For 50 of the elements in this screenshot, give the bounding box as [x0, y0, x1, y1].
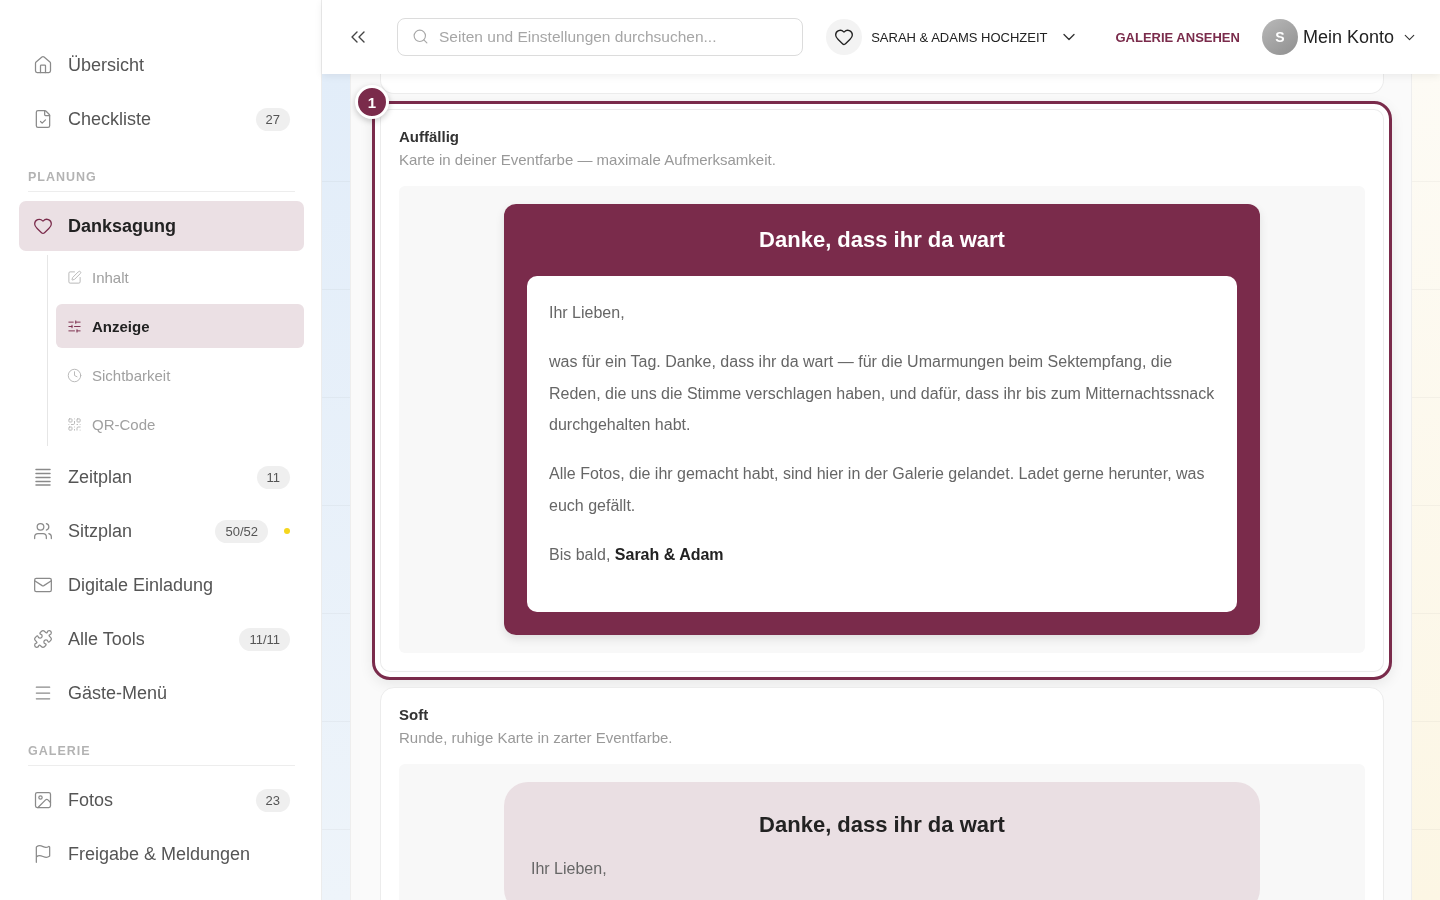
heart-icon — [33, 216, 53, 236]
option-title: Auffällig — [399, 128, 460, 146]
count-badge: 27 — [255, 107, 290, 131]
nav-item[interactable]: Alle Tools 11/11 — [19, 614, 304, 664]
option-title: Soft — [399, 706, 430, 724]
count-badge: 23 — [255, 788, 290, 812]
image-icon — [33, 790, 53, 810]
message-paragraph: Alle Fotos, die ihr gemacht habt, sind hier in der Galerie gelandet. Ladet gerne herunter, was euch gefällt. — [549, 464, 1206, 516]
document-check-icon — [33, 109, 53, 129]
section-heading: PLANUNG — [28, 170, 295, 192]
account-menu[interactable]: S Mein Konto — [1261, 19, 1418, 55]
option-description: Runde, ruhige Karte in zarter Eventfarbe. — [399, 729, 674, 747]
nav-subitem[interactable]: Anzeige — [56, 304, 304, 348]
event-selector[interactable]: SARAH & ADAMS HOCHZEIT — [826, 19, 1080, 55]
envelope-icon — [33, 575, 53, 595]
nav-item[interactable]: Zeitplan 11 — [19, 452, 304, 502]
flag-icon — [33, 844, 53, 864]
people-icon — [33, 521, 53, 541]
count-badge: 50/52 — [215, 519, 268, 543]
message-paragraph: Ihr Lieben, — [531, 859, 608, 879]
nav-item[interactable]: Digitale Einladung — [19, 560, 304, 610]
search-icon — [412, 28, 429, 45]
style-option[interactable]: Soft Runde, ruhige Karte in zarter Eventfarbe. Danke, dass ihr da wart Ihr Lieben, — [380, 687, 1384, 900]
sliders-icon — [67, 318, 82, 334]
count-badge: 11/11 — [239, 627, 290, 651]
nav-item[interactable]: Fotos 23 — [19, 775, 304, 825]
gallery-link[interactable]: GALERIE ANSEHEN — [1115, 29, 1240, 45]
message-paragraph: Ihr Lieben, — [549, 303, 626, 323]
house-icon — [33, 55, 53, 75]
pencil-square-icon — [67, 269, 82, 285]
clock-icon — [67, 367, 82, 383]
number-badge: 1 — [355, 85, 389, 119]
nav-item[interactable]: Freigabe & Meldungen — [19, 829, 304, 879]
card-heading: Danke, dass ihr da wart — [758, 811, 1006, 839]
nav-item[interactable]: Danksagung — [19, 201, 304, 251]
qr-code-icon — [67, 416, 82, 432]
count-badge: 11 — [256, 465, 290, 489]
card-heading: Danke, dass ihr da wart — [758, 226, 1006, 254]
nav-item[interactable]: Gäste-Menü — [19, 668, 304, 718]
nav-item[interactable]: Übersicht — [19, 40, 304, 90]
option-description: Karte in deiner Eventfarbe — maximale Aufmerksamkeit. — [399, 151, 777, 169]
avatar: S — [1261, 19, 1298, 55]
nav-item[interactable]: Sitzplan 50/52 — [19, 506, 304, 556]
section-heading: GALERIE — [28, 744, 295, 766]
puzzle-icon — [33, 629, 53, 649]
message-paragraph: Bis bald, Sarah & Adam — [549, 544, 725, 565]
message-paragraph: was für ein Tag. Danke, dass ihr da wart — für die Umarmungen beim Sektempfang, die Reden, die uns die Stimme verschlagen haben, und dafür, dass ihr bis zum Mitternachtssnack durchgehalten habt. — [549, 352, 1215, 435]
lines-icon — [33, 467, 53, 487]
nav-item[interactable]: Checkliste 27 — [19, 94, 304, 144]
search-field[interactable]: Seiten und Einstellungen durchsuchen... — [397, 18, 803, 56]
